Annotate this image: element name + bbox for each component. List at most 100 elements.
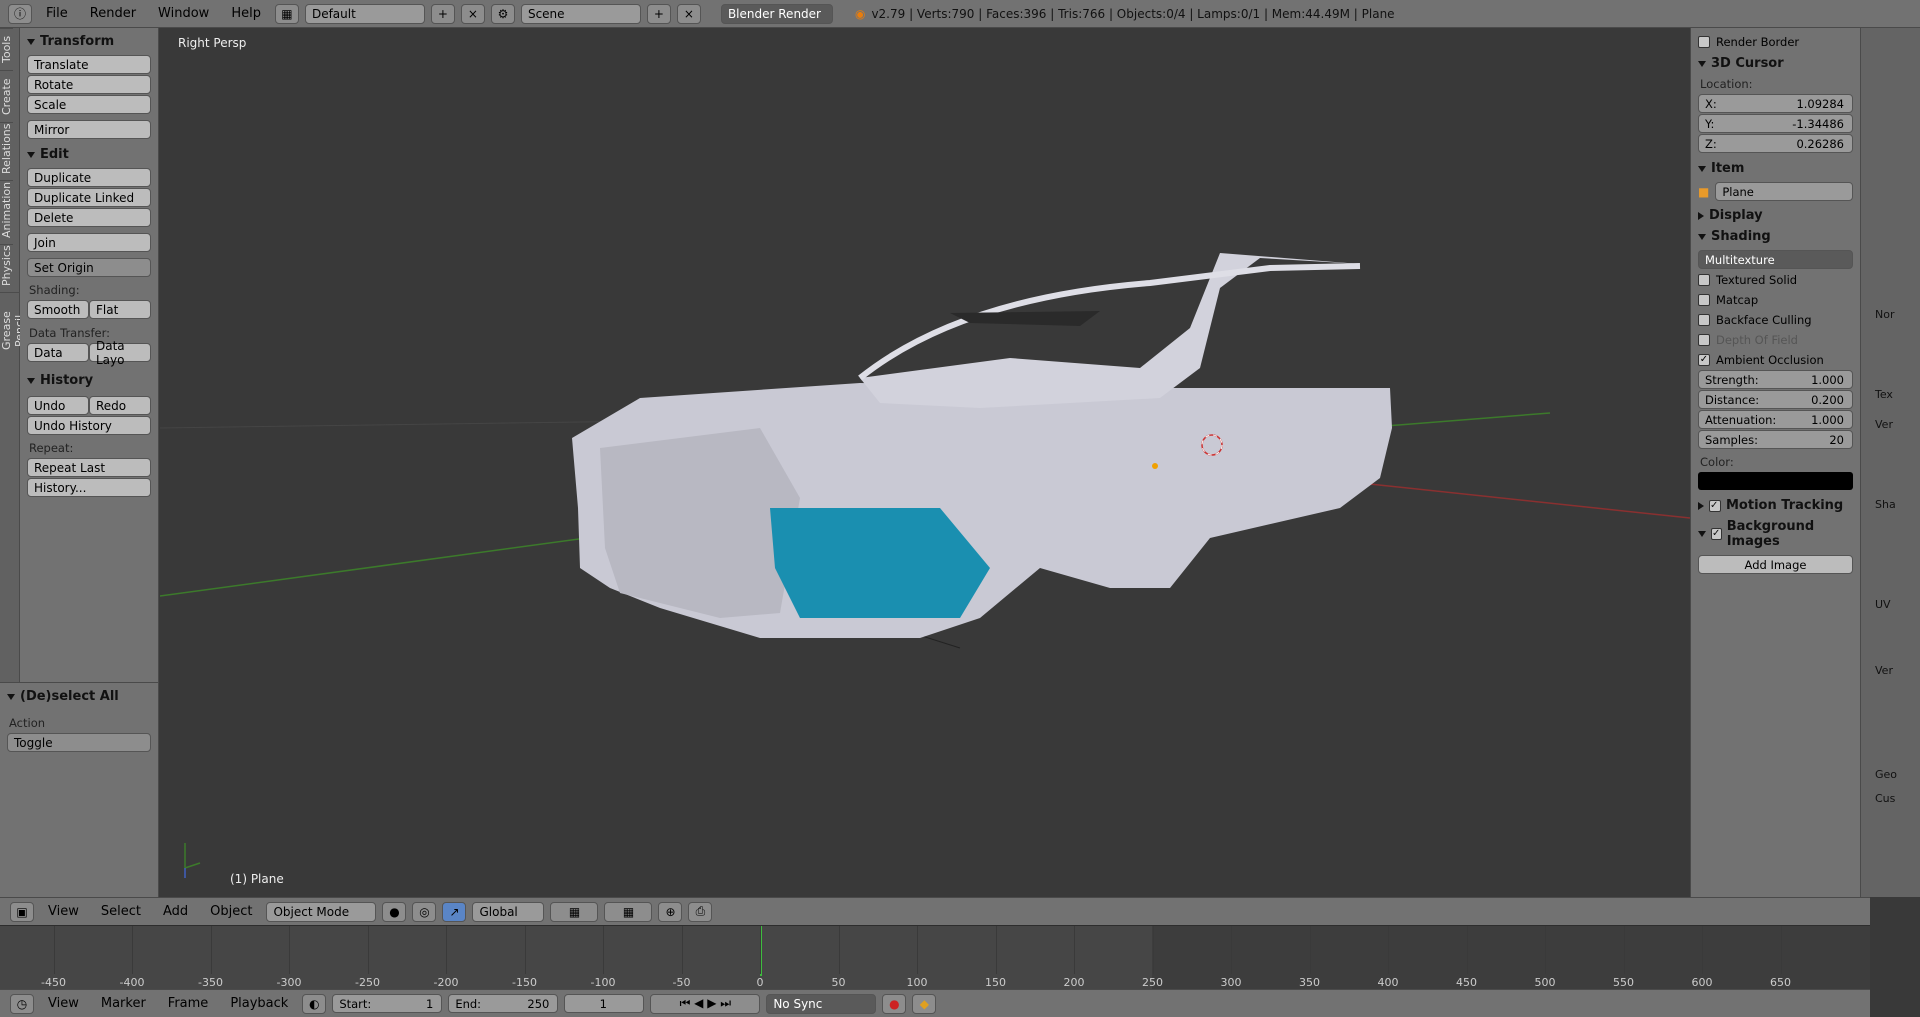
layout-close-icon[interactable]: × bbox=[460, 3, 485, 24]
cursor-y-field[interactable]: Y: -1.34486 bbox=[1698, 114, 1853, 133]
viewport-shading-icon[interactable]: ● bbox=[382, 901, 407, 922]
panel-display-header[interactable]: Display bbox=[1698, 208, 1853, 223]
sync-select[interactable]: No Sync bbox=[766, 993, 877, 1014]
ao-color-swatch[interactable] bbox=[1698, 472, 1853, 490]
backface-culling-row[interactable]: Backface Culling bbox=[1698, 310, 1853, 330]
cursor-x-field[interactable]: X: 1.09284 bbox=[1698, 94, 1853, 113]
history-button[interactable]: History... bbox=[27, 478, 151, 497]
tl-menu-view[interactable]: View bbox=[40, 996, 87, 1011]
pivot-icon[interactable]: ◎ bbox=[412, 901, 437, 922]
smooth-button[interactable]: Smooth bbox=[27, 300, 89, 319]
strip-label-8[interactable]: Cus bbox=[1875, 792, 1895, 805]
manipulator-icon[interactable]: ↗ bbox=[442, 901, 467, 922]
undo-button[interactable]: Undo bbox=[27, 396, 89, 415]
strip-label-6[interactable]: Ver bbox=[1875, 664, 1893, 677]
scene-icon[interactable]: ⚙ bbox=[490, 3, 515, 24]
panel-shading-header[interactable]: Shading bbox=[1698, 229, 1853, 244]
snap-icon[interactable]: ⊕ bbox=[658, 901, 683, 922]
menu-file[interactable]: File bbox=[38, 6, 76, 21]
action-select[interactable]: Toggle bbox=[7, 733, 151, 752]
redo-button[interactable]: Redo bbox=[89, 396, 151, 415]
tl-menu-frame[interactable]: Frame bbox=[160, 996, 217, 1011]
layout-grid-icon[interactable]: ▦ bbox=[274, 3, 299, 24]
samples-field[interactable]: Samples: 20 bbox=[1698, 430, 1853, 449]
mode-select[interactable]: Object Mode bbox=[266, 901, 377, 922]
data-layout-button[interactable]: Data Layo bbox=[89, 339, 151, 367]
undo-history-button[interactable]: Undo History bbox=[27, 416, 151, 435]
strip-label-7[interactable]: Geo bbox=[1875, 768, 1897, 781]
layers-icon[interactable]: ▦ bbox=[550, 901, 599, 922]
info-editor-icon[interactable]: ⓘ bbox=[8, 3, 32, 24]
render-border-checkbox[interactable] bbox=[1698, 36, 1710, 48]
playback-controls-icon[interactable]: ⏮ ◀ ▶ ⏭ bbox=[650, 993, 761, 1014]
delete-button[interactable]: Delete bbox=[27, 208, 151, 227]
operator-title[interactable]: (De)select All bbox=[7, 689, 151, 704]
tab-relations[interactable]: Relations bbox=[0, 122, 13, 180]
menu-select[interactable]: Select bbox=[93, 904, 149, 919]
duplicate-linked-button[interactable]: Duplicate Linked bbox=[27, 188, 151, 207]
preview-range-icon[interactable]: ◐ bbox=[302, 993, 327, 1014]
orientation-select[interactable]: Global bbox=[472, 901, 545, 922]
end-frame-field[interactable]: End: 250 bbox=[448, 994, 559, 1013]
menu-object[interactable]: Object bbox=[202, 904, 260, 919]
current-frame-field[interactable]: 1 bbox=[564, 994, 645, 1013]
panel-history-header[interactable]: History bbox=[27, 373, 151, 388]
3d-viewport[interactable]: Right Persp (1) Plane bbox=[160, 28, 1690, 897]
strength-field[interactable]: Strength: 1.000 bbox=[1698, 370, 1853, 389]
record-icon[interactable]: ● bbox=[882, 993, 907, 1014]
attenuation-field[interactable]: Attenuation: 1.000 bbox=[1698, 410, 1853, 429]
join-button[interactable]: Join bbox=[27, 233, 151, 252]
menu-render[interactable]: Render bbox=[82, 6, 144, 21]
start-frame-field[interactable]: Start: 1 bbox=[332, 994, 443, 1013]
scene-selector[interactable]: Scene bbox=[520, 3, 641, 24]
scale-button[interactable]: Scale bbox=[27, 95, 151, 114]
rotate-button[interactable]: Rotate bbox=[27, 75, 151, 94]
add-image-button[interactable]: Add Image bbox=[1698, 555, 1853, 574]
repeat-last-button[interactable]: Repeat Last bbox=[27, 458, 151, 477]
tab-physics[interactable]: Physics bbox=[0, 244, 13, 292]
keyframe-icon[interactable]: ◆ bbox=[912, 993, 937, 1014]
translate-button[interactable]: Translate bbox=[27, 55, 151, 74]
timeline-editor-icon[interactable]: ◷ bbox=[10, 993, 34, 1014]
tab-animation[interactable]: Animation bbox=[0, 180, 13, 244]
strip-label-3[interactable]: Ver bbox=[1875, 418, 1893, 431]
panel-background-images-header[interactable]: ✓ Background Images bbox=[1698, 519, 1853, 549]
strip-label-2[interactable]: Tex bbox=[1875, 388, 1893, 401]
item-name-field[interactable]: Plane bbox=[1715, 182, 1853, 201]
textured-solid-row[interactable]: Textured Solid bbox=[1698, 270, 1853, 290]
depth-of-field-row[interactable]: Depth Of Field bbox=[1698, 330, 1853, 350]
tab-create[interactable]: Create bbox=[0, 70, 13, 122]
matcap-row[interactable]: Matcap bbox=[1698, 290, 1853, 310]
strip-label-1[interactable]: Nor bbox=[1875, 308, 1894, 321]
shading-mode-select[interactable]: Multitexture bbox=[1698, 250, 1853, 269]
panel-edit-header[interactable]: Edit bbox=[27, 147, 151, 162]
scene-close-icon[interactable]: × bbox=[676, 3, 701, 24]
panel-motion-tracking-header[interactable]: ✓ Motion Tracking bbox=[1698, 498, 1853, 513]
set-origin-select[interactable]: Set Origin bbox=[27, 258, 151, 277]
panel-item-header[interactable]: Item bbox=[1698, 161, 1853, 176]
menu-window[interactable]: Window bbox=[150, 6, 217, 21]
tl-menu-marker[interactable]: Marker bbox=[93, 996, 154, 1011]
data-button[interactable]: Data bbox=[27, 343, 89, 362]
flat-button[interactable]: Flat bbox=[89, 300, 151, 319]
strip-label-5[interactable]: UV bbox=[1875, 598, 1891, 611]
layout-selector[interactable]: Default bbox=[304, 3, 425, 24]
distance-field[interactable]: Distance: 0.200 bbox=[1698, 390, 1853, 409]
menu-help[interactable]: Help bbox=[223, 6, 269, 21]
panel-3d-cursor-header[interactable]: 3D Cursor bbox=[1698, 56, 1853, 71]
ambient-occlusion-row[interactable]: ✓ Ambient Occlusion bbox=[1698, 350, 1853, 370]
render-engine-select[interactable]: Blender Render bbox=[720, 3, 833, 24]
render-border-row[interactable]: Render Border bbox=[1698, 32, 1853, 52]
scene-add-icon[interactable]: + bbox=[646, 3, 671, 24]
panel-transform-header[interactable]: Transform bbox=[27, 34, 151, 49]
layout-add-icon[interactable]: + bbox=[430, 3, 455, 24]
mirror-button[interactable]: Mirror bbox=[27, 120, 151, 139]
cursor-z-field[interactable]: Z: 0.26286 bbox=[1698, 134, 1853, 153]
editor-type-icon[interactable]: ▣ bbox=[10, 901, 34, 922]
menu-view[interactable]: View bbox=[40, 904, 87, 919]
duplicate-button[interactable]: Duplicate bbox=[27, 168, 151, 187]
render-icon[interactable]: ⎙ bbox=[688, 901, 713, 922]
timeline-area[interactable]: -450 -400 -350 -300 -250 -200 -150 -100 -50 0 50 10… bbox=[0, 925, 1870, 989]
strip-label-4[interactable]: Sha bbox=[1875, 498, 1896, 511]
menu-add[interactable]: Add bbox=[155, 904, 196, 919]
